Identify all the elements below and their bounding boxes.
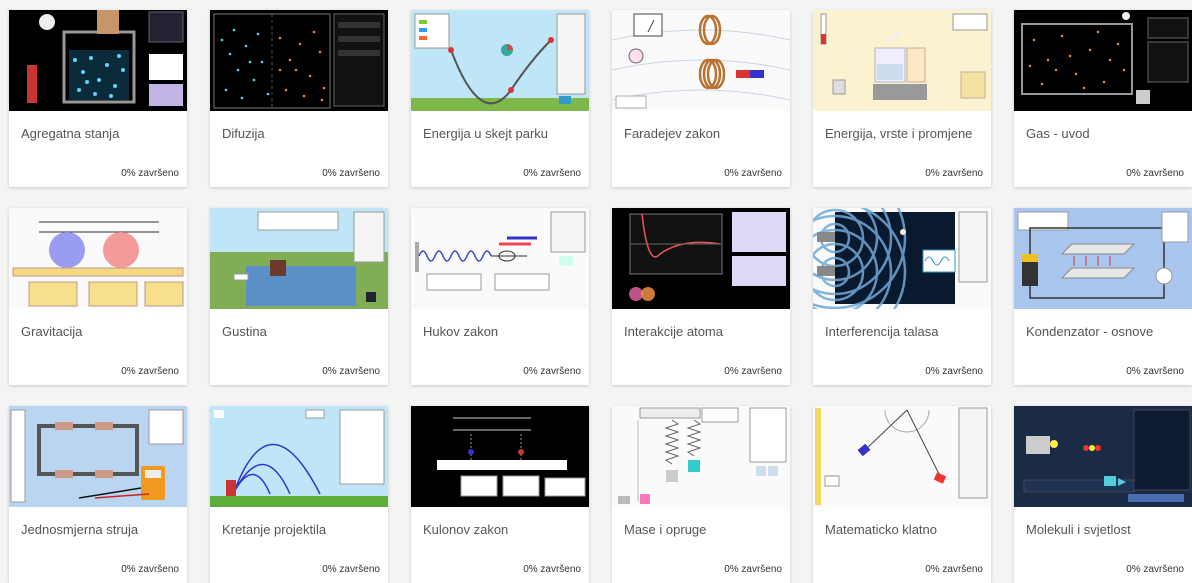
simulation-thumbnail	[612, 208, 790, 309]
simulation-thumbnail	[210, 10, 388, 111]
simulation-card[interactable]: Faradejev zakon 0% završeno	[612, 10, 790, 187]
simulation-title: Energija u skejt parku	[423, 126, 549, 141]
simulation-card[interactable]: Interferencija talasa 0% završeno	[813, 208, 991, 385]
progress-text: 0% završeno	[1126, 564, 1184, 575]
progress-text: 0% završeno	[1126, 366, 1184, 377]
simulation-card[interactable]: Matematicko klatno 0% završeno	[813, 406, 991, 583]
simulation-thumbnail	[411, 406, 589, 507]
simulation-thumbnail	[411, 10, 589, 111]
progress-text: 0% završeno	[724, 564, 782, 575]
simulation-card[interactable]: Gravitacija 0% završeno	[9, 208, 187, 385]
simulation-card[interactable]: Mase i opruge 0% završeno	[612, 406, 790, 583]
progress-text: 0% završeno	[322, 366, 380, 377]
simulation-title: Interferencija talasa	[825, 324, 939, 339]
progress-text: 0% završeno	[523, 564, 581, 575]
simulation-title: Jednosmjerna struja	[21, 522, 139, 537]
progress-text: 0% završeno	[925, 366, 983, 377]
simulation-thumbnail	[813, 208, 991, 309]
simulation-thumbnail	[1014, 208, 1192, 309]
simulation-thumbnail	[9, 406, 187, 507]
simulation-thumbnail	[612, 406, 790, 507]
simulation-card[interactable]: Kulonov zakon 0% završeno	[411, 406, 589, 583]
simulation-title: Mase i opruge	[624, 522, 707, 537]
simulation-grid: Agregatna stanja 0% završeno Difuzija 0%…	[9, 10, 1192, 583]
simulation-thumbnail	[210, 406, 388, 507]
simulation-card[interactable]: Kondenzator - osnove 0% završeno	[1014, 208, 1192, 385]
simulation-title: Kulonov zakon	[423, 522, 509, 537]
simulation-card[interactable]: Gustina 0% završeno	[210, 208, 388, 385]
simulation-card[interactable]: Molekuli i svjetlost 0% završeno	[1014, 406, 1192, 583]
progress-text: 0% završeno	[523, 168, 581, 179]
progress-text: 0% završeno	[523, 366, 581, 377]
progress-text: 0% završeno	[121, 564, 179, 575]
progress-text: 0% završeno	[322, 564, 380, 575]
simulation-title: Gustina	[222, 324, 267, 339]
simulation-card[interactable]: Difuzija 0% završeno	[210, 10, 388, 187]
simulation-thumbnail	[612, 10, 790, 111]
progress-text: 0% završeno	[322, 168, 380, 179]
simulation-thumbnail	[210, 208, 388, 309]
simulation-title: Hukov zakon	[423, 324, 499, 339]
simulation-title: Agregatna stanja	[21, 126, 120, 141]
progress-text: 0% završeno	[925, 564, 983, 575]
simulation-title: Kretanje projektila	[222, 522, 327, 537]
simulation-title: Kondenzator - osnove	[1026, 324, 1154, 339]
progress-text: 0% završeno	[1126, 168, 1184, 179]
simulation-thumbnail	[813, 406, 991, 507]
simulation-thumbnail	[9, 10, 187, 111]
simulation-title: Difuzija	[222, 126, 265, 141]
simulation-card[interactable]: Energija u skejt parku 0% završeno	[411, 10, 589, 187]
simulation-thumbnail	[1014, 406, 1192, 507]
simulation-card[interactable]: Hukov zakon 0% završeno	[411, 208, 589, 385]
simulation-thumbnail	[813, 10, 991, 111]
simulation-title: Gas - uvod	[1026, 126, 1090, 141]
simulation-card[interactable]: Energija, vrste i promjene 0% završeno	[813, 10, 991, 187]
simulation-card[interactable]: Kretanje projektila 0% završeno	[210, 406, 388, 583]
simulation-title: Gravitacija	[21, 324, 83, 339]
simulation-title: Matematicko klatno	[825, 522, 937, 537]
progress-text: 0% završeno	[121, 168, 179, 179]
simulation-title: Faradejev zakon	[624, 126, 721, 141]
simulation-card[interactable]: Gas - uvod 0% završeno	[1014, 10, 1192, 187]
progress-text: 0% završeno	[724, 168, 782, 179]
progress-text: 0% završeno	[925, 168, 983, 179]
simulation-card[interactable]: Interakcije atoma 0% završeno	[612, 208, 790, 385]
progress-text: 0% završeno	[121, 366, 179, 377]
simulation-thumbnail	[411, 208, 589, 309]
progress-text: 0% završeno	[724, 366, 782, 377]
simulation-card[interactable]: Jednosmjerna struja 0% završeno	[9, 406, 187, 583]
simulation-thumbnail	[1014, 10, 1192, 111]
simulation-title: Interakcije atoma	[624, 324, 723, 339]
simulation-title: Molekuli i svjetlost	[1026, 522, 1131, 537]
simulation-thumbnail	[9, 208, 187, 309]
simulation-title: Energija, vrste i promjene	[825, 126, 973, 141]
simulation-card[interactable]: Agregatna stanja 0% završeno	[9, 10, 187, 187]
